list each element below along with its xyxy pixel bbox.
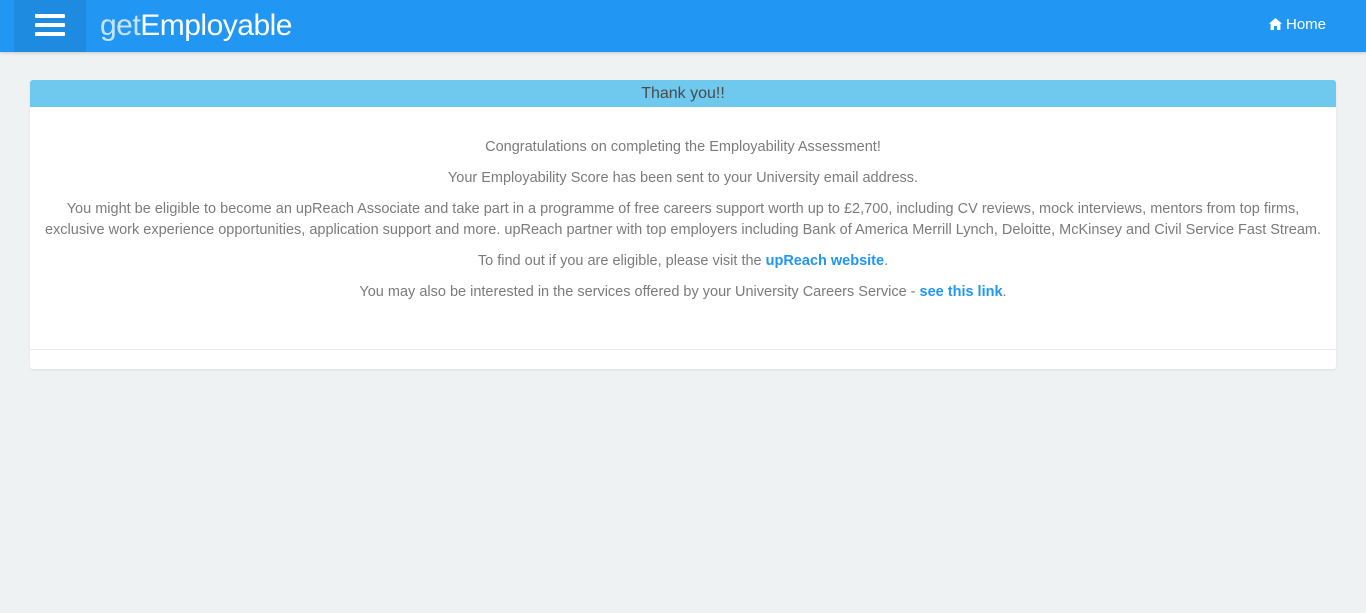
panel-body: Congratulations on completing the Employ… [30, 107, 1336, 303]
see-this-link[interactable]: see this link [920, 284, 1003, 300]
home-icon [1268, 18, 1282, 30]
congratulations-text: Congratulations on completing the Employ… [485, 139, 881, 155]
panel-footer [30, 349, 1336, 369]
upreach-website-link[interactable]: upReach website [766, 253, 884, 269]
careers-service-suffix: . [1002, 284, 1007, 300]
brand-prefix: get [100, 9, 141, 42]
score-sent-text: Your Employability Score has been sent t… [447, 170, 919, 186]
panel-heading: Thank you!! [30, 80, 1336, 107]
eligibility-text: To find out if you are eligible, please … [44, 251, 1322, 272]
brand-logo[interactable]: getEmployable [100, 6, 292, 46]
hamburger-menu-button[interactable] [14, 0, 86, 52]
thank-you-panel: Thank you!! Congratulations on completin… [30, 80, 1336, 369]
careers-service-prefix: You may also be interested in the servic… [359, 284, 920, 300]
top-navbar: getEmployable Home [0, 0, 1366, 52]
home-link[interactable]: Home [1268, 0, 1326, 50]
upreach-info-text: You might be eligible to become an upRea… [44, 201, 1322, 238]
eligibility-suffix: . [884, 253, 889, 269]
brand-main: Employable [140, 9, 292, 42]
careers-service-text: You may also be interested in the servic… [44, 282, 1322, 303]
eligibility-prefix: To find out if you are eligible, please … [477, 253, 766, 269]
home-label: Home [1285, 16, 1326, 33]
